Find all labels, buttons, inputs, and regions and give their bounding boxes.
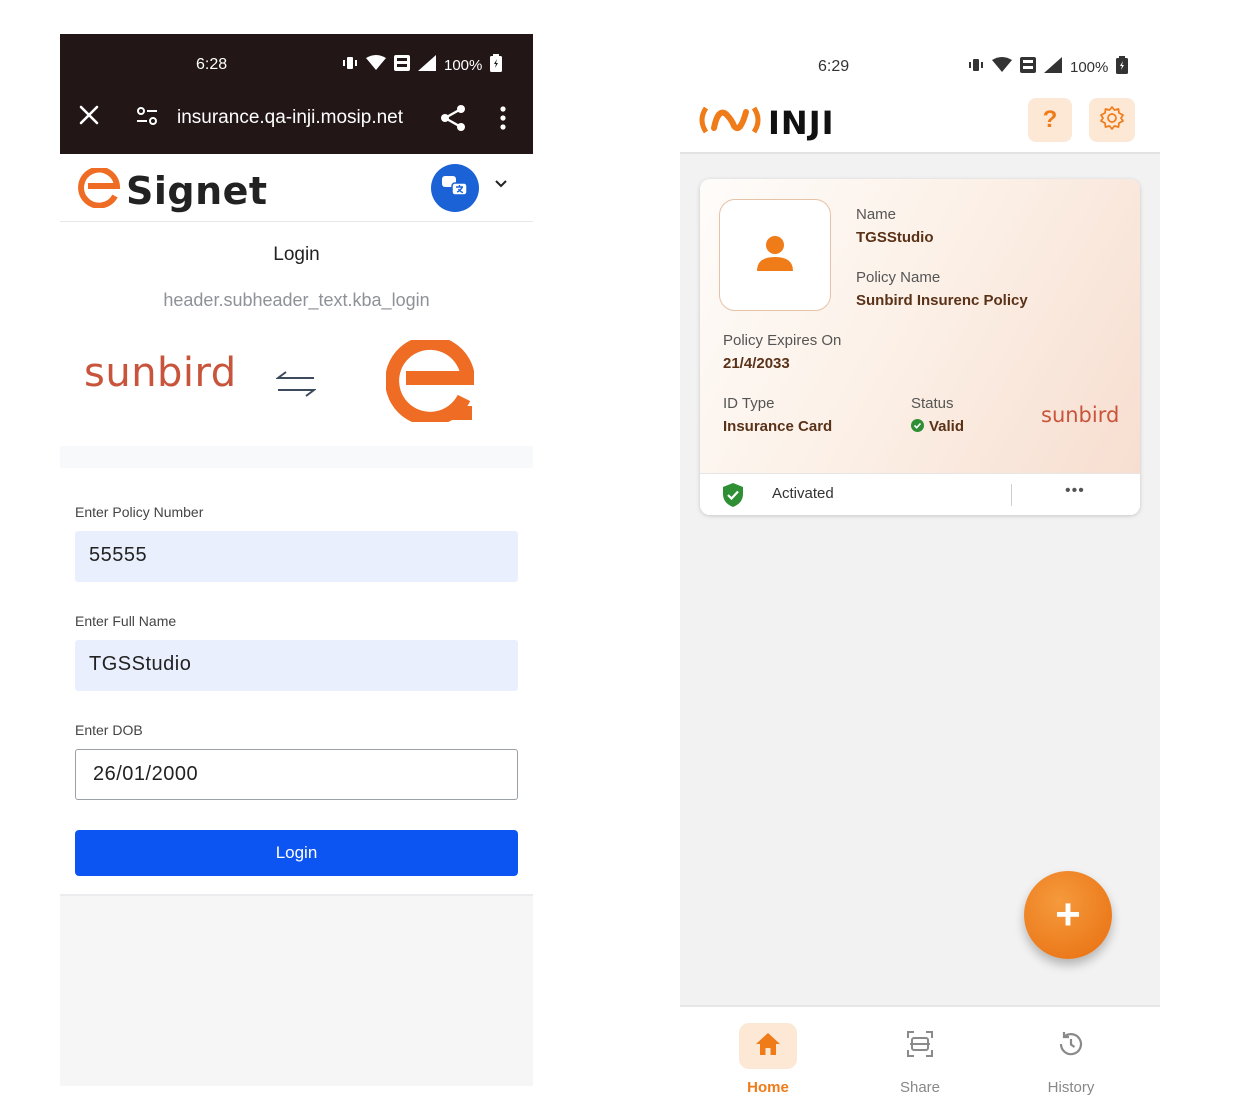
signet-e-large-icon <box>385 335 476 427</box>
status-badge: Valid <box>911 418 964 435</box>
more-vert-icon[interactable] <box>499 106 507 135</box>
activation-status: Activated <box>772 485 834 502</box>
status-label: Status <box>911 395 954 412</box>
history-icon-container <box>1042 1023 1100 1069</box>
status-time: 6:28 <box>196 56 228 73</box>
holder-photo <box>719 199 831 311</box>
nav-share-label: Share <box>899 1079 941 1096</box>
scan-icon <box>906 1030 934 1063</box>
share-icon-container <box>891 1023 949 1069</box>
system-status-icons: 100% <box>342 54 503 76</box>
inji-logo: INJI <box>698 102 835 143</box>
signet-brand-name: Signet <box>126 168 268 213</box>
signet-logo: Signet <box>78 166 268 213</box>
settings-button[interactable] <box>1089 98 1135 142</box>
shield-check-icon <box>722 482 744 513</box>
signet-header: Signet <box>60 154 533 222</box>
chevron-down-icon[interactable] <box>494 176 508 194</box>
signet-e-icon <box>78 166 121 213</box>
signet-browser-screen: 6:28 100% insurance.qa-inji.mosip.net Si… <box>60 34 533 1086</box>
policy-expires-label: Policy Expires On <box>723 332 842 349</box>
credential-card-footer: Activated ••• <box>700 473 1140 515</box>
vibrate-icon <box>968 58 984 76</box>
nav-share[interactable]: Share <box>860 1023 980 1096</box>
signal-icon <box>418 55 436 75</box>
battery-icon <box>490 54 503 76</box>
credential-card-body: Name TGSStudio Policy Name Sunbird Insur… <box>700 179 1140 473</box>
wifi-icon <box>992 57 1012 77</box>
site-settings-icon[interactable] <box>136 106 158 131</box>
sunbird-logo: sunbird <box>84 350 237 396</box>
volte-icon <box>394 55 410 75</box>
nav-home[interactable]: Home <box>708 1023 828 1096</box>
bottom-navigation: Home Share History <box>680 1005 1160 1120</box>
credential-card[interactable]: Name TGSStudio Policy Name Sunbird Insur… <box>700 179 1140 515</box>
page-subheader: header.subheader_text.kba_login <box>163 290 430 310</box>
more-options-icon[interactable]: ••• <box>1065 482 1085 500</box>
gear-icon <box>1099 105 1125 136</box>
volte-icon <box>1020 57 1036 77</box>
person-icon <box>756 234 794 277</box>
add-credential-button[interactable]: + <box>1024 871 1112 959</box>
wifi-icon <box>366 55 386 75</box>
inji-wallet-screen: 6:29 100% INJI ? Name TGSStudio Policy N… <box>680 34 1160 1120</box>
translate-icon <box>441 174 469 203</box>
issuer-logo: sunbird <box>1041 403 1120 427</box>
nav-history-label: History <box>1047 1079 1095 1096</box>
policy-name-value: Sunbird Insurenc Policy <box>856 292 1028 309</box>
language-button[interactable] <box>431 164 479 212</box>
nav-history[interactable]: History <box>1011 1023 1131 1096</box>
swap-arrows-icon <box>275 370 317 403</box>
policy-name-label: Policy Name <box>856 269 941 286</box>
page-footer-area <box>60 894 533 1086</box>
battery-percent: 100% <box>1070 58 1109 76</box>
help-button[interactable]: ? <box>1028 98 1072 142</box>
footer-divider <box>1011 484 1012 506</box>
app-header: 6:29 100% INJI ? <box>680 34 1160 154</box>
browser-top-bar: 6:28 100% insurance.qa-inji.mosip.net <box>60 34 533 154</box>
dob-input[interactable]: 26/01/2000 <box>75 749 518 800</box>
close-icon[interactable] <box>78 104 100 131</box>
battery-percent: 100% <box>444 56 483 74</box>
name-value: TGSStudio <box>856 229 934 246</box>
check-circle-icon <box>911 419 924 432</box>
page-title: Login <box>273 244 320 265</box>
home-icon-container <box>739 1023 797 1069</box>
section-divider <box>60 446 533 468</box>
status-time: 6:29 <box>818 58 850 75</box>
battery-icon <box>1116 56 1129 78</box>
home-icon <box>755 1032 781 1061</box>
full-name-label: Enter Full Name <box>75 613 177 629</box>
vibrate-icon <box>342 56 358 74</box>
history-icon <box>1057 1030 1085 1063</box>
inji-wave-icon <box>698 102 762 143</box>
id-type-value: Insurance Card <box>723 418 833 435</box>
inji-brand-name: INJI <box>768 103 835 142</box>
dob-label: Enter DOB <box>75 722 143 738</box>
share-icon[interactable] <box>440 104 466 137</box>
nav-home-label: Home <box>747 1079 789 1096</box>
system-status-icons: 100% <box>968 56 1129 78</box>
url-text[interactable]: insurance.qa-inji.mosip.net <box>177 107 403 129</box>
signal-icon <box>1044 57 1062 77</box>
policy-number-input[interactable]: 55555 <box>75 531 518 582</box>
login-button[interactable]: Login <box>75 830 518 876</box>
full-name-input[interactable]: TGSStudio <box>75 640 518 691</box>
name-label: Name <box>856 206 897 223</box>
id-type-label: ID Type <box>723 395 775 412</box>
policy-expires-value: 21/4/2033 <box>723 355 790 372</box>
policy-number-label: Enter Policy Number <box>75 504 204 520</box>
status-value: Valid <box>929 418 965 435</box>
